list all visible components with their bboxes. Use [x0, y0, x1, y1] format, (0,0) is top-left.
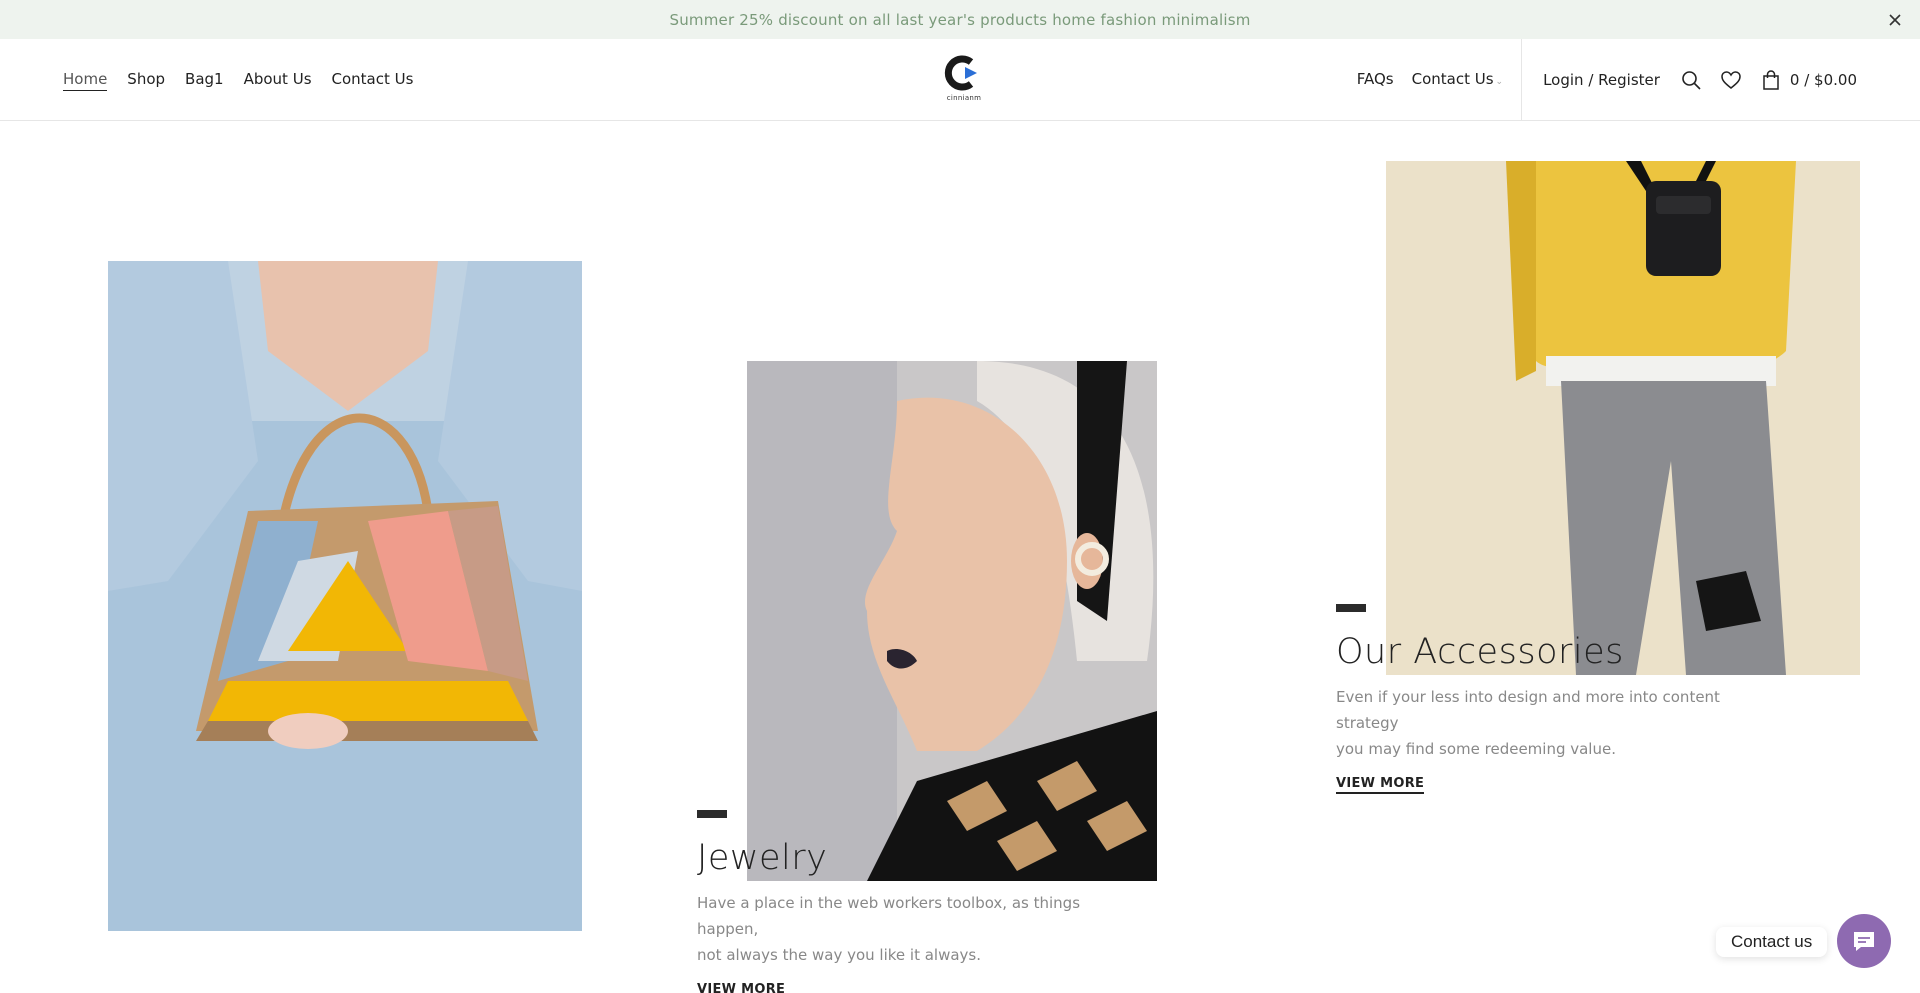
close-icon[interactable] [1884, 9, 1906, 31]
accessories-view-more-link[interactable]: VIEW MORE [1336, 776, 1425, 794]
heart-icon[interactable] [1720, 69, 1742, 91]
logo-icon [944, 55, 977, 91]
jewelry-title: Jewelry [697, 838, 828, 878]
cart-button[interactable]: 0 / $0.00 [1760, 69, 1857, 91]
announcement-bar: Summer 25% discount on all last year's p… [0, 0, 1920, 39]
jewelry-desc-line1: Have a place in the web workers toolbox,… [697, 894, 1081, 938]
announcement-text: Summer 25% discount on all last year's p… [669, 10, 1251, 29]
nav-contact-us-dropdown[interactable]: Contact Us ⌄ [1412, 70, 1503, 90]
chevron-down-icon: ⌄ [1495, 77, 1504, 87]
jewelry-description: Have a place in the web workers toolbox,… [697, 890, 1137, 968]
site-header: Home Shop Bag1 About Us Contact Us cinni… [0, 39, 1920, 121]
jewelry-view-more-link[interactable]: VIEW MORE [697, 982, 785, 993]
accessories-description: Even if your less into design and more i… [1336, 684, 1776, 762]
handbag-image[interactable] [108, 261, 582, 931]
nav-faqs[interactable]: FAQs [1357, 70, 1394, 90]
header-right: FAQs Contact Us ⌄ Login / Register 0 / $0… [1357, 39, 1920, 121]
nav-home[interactable]: Home [63, 70, 108, 91]
jewelry-image[interactable] [747, 361, 1157, 881]
accessories-image[interactable] [1386, 161, 1860, 675]
contact-chat-button[interactable] [1837, 914, 1891, 968]
contact-us-tooltip[interactable]: Contact us [1716, 927, 1828, 957]
shopping-bag-icon [1760, 69, 1782, 91]
logo-text: cinnianm [946, 94, 982, 102]
section-dash [1336, 604, 1366, 612]
accessories-desc-line2: you may find some redeeming value. [1336, 740, 1616, 758]
jewelry-desc-line2: not always the way you like it always. [697, 946, 982, 964]
accessories-desc-line1: Even if your less into design and more i… [1336, 688, 1720, 732]
section-dash [697, 810, 727, 818]
nav-contact-us[interactable]: Contact Us [332, 70, 414, 90]
login-register-link[interactable]: Login / Register [1543, 71, 1660, 89]
search-icon[interactable] [1680, 69, 1702, 91]
jewelry-section: Jewelry Have a place in the web workers … [697, 810, 1137, 993]
accessories-section: Our Accessories Even if your less into d… [1336, 604, 1776, 794]
nav-contact-us-label: Contact Us [1411, 70, 1494, 88]
nav-about-us[interactable]: About Us [244, 70, 312, 90]
chat-icon [1854, 932, 1874, 951]
cart-summary: 0 / $0.00 [1789, 71, 1857, 89]
main-nav: Home Shop Bag1 About Us Contact Us [63, 39, 413, 121]
nav-bag1[interactable]: Bag1 [185, 70, 224, 90]
site-logo[interactable]: cinnianm [943, 53, 985, 105]
nav-shop[interactable]: Shop [127, 70, 165, 90]
accessories-title: Our Accessories [1336, 632, 1624, 672]
